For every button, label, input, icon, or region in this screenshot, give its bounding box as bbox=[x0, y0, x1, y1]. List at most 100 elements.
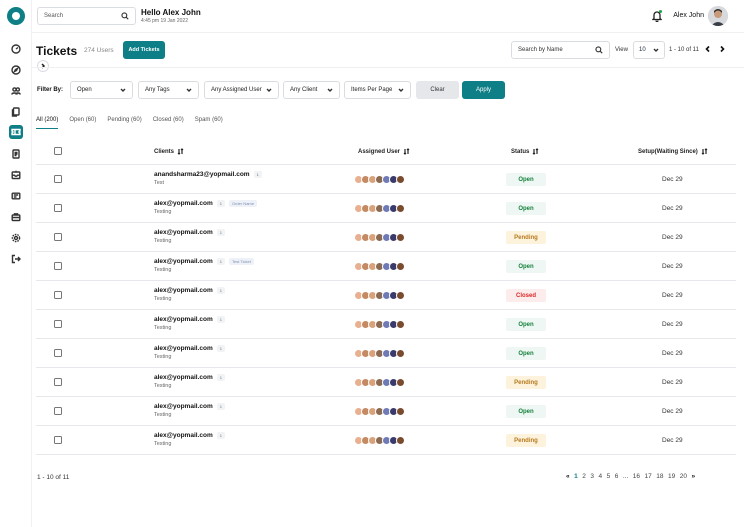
client-email[interactable]: alex@yopmail.com bbox=[154, 432, 213, 439]
search-by-name-input[interactable]: Search by Name bbox=[511, 41, 610, 59]
client-email[interactable]: alex@yopmail.com bbox=[154, 403, 213, 410]
row-checkbox[interactable] bbox=[54, 262, 62, 270]
prev-page-button[interactable] bbox=[704, 45, 712, 53]
global-search-input[interactable]: Search bbox=[37, 7, 136, 25]
compass-icon[interactable] bbox=[9, 63, 23, 77]
user-name[interactable]: Alex John bbox=[673, 12, 704, 19]
row-checkbox[interactable] bbox=[54, 407, 62, 415]
page-number-button[interactable]: 4 bbox=[599, 473, 603, 480]
assigned-user-avatar[interactable] bbox=[396, 204, 405, 213]
users-icon[interactable] bbox=[9, 84, 23, 98]
pagination-ellipsis[interactable]: ... bbox=[623, 473, 628, 480]
client-subtitle: Testing bbox=[154, 238, 172, 244]
assigned-user-avatar[interactable] bbox=[396, 262, 405, 271]
client-email[interactable]: alex@yopmail.com bbox=[154, 374, 213, 381]
client-email[interactable]: alex@yopmail.com bbox=[154, 200, 213, 207]
table-row[interactable]: alex@yopmail.com 1 Testing Pending Dec 29 bbox=[36, 426, 736, 455]
client-email[interactable]: alex@yopmail.com bbox=[154, 258, 213, 265]
client-email[interactable]: alex@yopmail.com bbox=[154, 287, 213, 294]
header-assigned-user-label: Assigned User bbox=[358, 148, 401, 155]
table-row[interactable]: alex@yopmail.com 1 Test Ticket Testing Open D… bbox=[36, 252, 736, 281]
app-logo[interactable] bbox=[7, 7, 25, 25]
row-checkbox[interactable] bbox=[54, 204, 62, 212]
assigned-user-avatar[interactable] bbox=[396, 436, 405, 445]
first-page-button[interactable]: « bbox=[566, 473, 570, 480]
table-row[interactable]: anandsharma23@yopmail.com 1 Test Open Dec 29 bbox=[36, 165, 736, 194]
client-email[interactable]: alex@yopmail.com bbox=[154, 229, 213, 236]
chevron-down-icon bbox=[653, 48, 659, 52]
table-row[interactable]: alex@yopmail.com 1 Testing Pending Dec 29 bbox=[36, 223, 736, 252]
assigned-user-avatar[interactable] bbox=[396, 407, 405, 416]
table-row[interactable]: alex@yopmail.com 1 Testing Pending Dec 29 bbox=[36, 368, 736, 397]
inbox-icon[interactable] bbox=[9, 168, 23, 182]
page-number-button[interactable]: 2 bbox=[582, 473, 586, 480]
tab-pending[interactable]: Pending (60) bbox=[107, 117, 141, 129]
assigned-user-avatar[interactable] bbox=[396, 291, 405, 300]
page-number-button[interactable]: 5 bbox=[607, 473, 611, 480]
mail-icon[interactable] bbox=[9, 189, 23, 203]
tags-filter-select[interactable]: Any Tags bbox=[138, 81, 199, 99]
row-checkbox[interactable] bbox=[54, 436, 62, 444]
waiting-since-date: Dec 29 bbox=[662, 379, 683, 386]
settings-icon[interactable] bbox=[9, 231, 23, 245]
page-number-button[interactable]: 18 bbox=[656, 473, 663, 480]
page-number-button[interactable]: 20 bbox=[680, 473, 687, 480]
tab-all[interactable]: All (200) bbox=[36, 117, 59, 129]
client-email[interactable]: alex@yopmail.com bbox=[154, 316, 213, 323]
clear-filters-button[interactable]: Clear bbox=[416, 81, 459, 99]
assigned-user-filter-select[interactable]: Any Assigned User bbox=[204, 81, 279, 99]
user-avatar[interactable] bbox=[708, 6, 728, 26]
assigned-user-avatar[interactable] bbox=[396, 175, 405, 184]
expand-sidebar-button[interactable] bbox=[37, 60, 49, 72]
documents-icon[interactable] bbox=[9, 105, 23, 119]
page-number-button[interactable]: 16 bbox=[633, 473, 640, 480]
last-page-button[interactable]: » bbox=[691, 473, 695, 480]
page-number-button[interactable]: 17 bbox=[645, 473, 652, 480]
assigned-users-group bbox=[354, 291, 405, 300]
table-row[interactable]: alex@yopmail.com 1 Testing Closed Dec 29 bbox=[36, 281, 736, 310]
briefcase-icon[interactable] bbox=[9, 210, 23, 224]
notification-bell-icon[interactable] bbox=[651, 10, 663, 23]
assigned-users-group bbox=[354, 262, 405, 271]
row-checkbox[interactable] bbox=[54, 175, 62, 183]
waiting-since-date: Dec 29 bbox=[662, 350, 683, 357]
client-filter-select[interactable]: Any Client bbox=[283, 81, 340, 99]
table-row[interactable]: alex@yopmail.com 1 Testing Open Dec 29 bbox=[36, 310, 736, 339]
client-email[interactable]: anandsharma23@yopmail.com bbox=[154, 171, 250, 178]
assigned-user-avatar[interactable] bbox=[396, 378, 405, 387]
row-checkbox[interactable] bbox=[54, 320, 62, 328]
row-checkbox[interactable] bbox=[54, 233, 62, 241]
tab-spam[interactable]: Spam (60) bbox=[195, 117, 223, 129]
table-row[interactable]: alex@yopmail.com 1 Order Name Testing Open De… bbox=[36, 194, 736, 223]
header-status[interactable]: Status bbox=[511, 148, 539, 155]
tab-closed[interactable]: Closed (60) bbox=[153, 117, 184, 129]
apply-filters-button[interactable]: Apply bbox=[462, 81, 505, 99]
assigned-user-avatar[interactable] bbox=[396, 233, 405, 242]
page-number-button[interactable]: 1 bbox=[574, 473, 578, 480]
items-per-page-select[interactable]: Items Per Page bbox=[344, 81, 411, 99]
tab-open[interactable]: Open (60) bbox=[69, 117, 96, 129]
client-email[interactable]: alex@yopmail.com bbox=[154, 345, 213, 352]
row-checkbox[interactable] bbox=[54, 378, 62, 386]
next-page-button[interactable] bbox=[718, 45, 726, 53]
logout-icon[interactable] bbox=[9, 252, 23, 266]
page-number-button[interactable]: 6 bbox=[615, 473, 619, 480]
dashboard-icon[interactable] bbox=[9, 42, 23, 56]
table-row[interactable]: alex@yopmail.com 1 Testing Open Dec 29 bbox=[36, 397, 736, 426]
select-all-checkbox[interactable] bbox=[54, 147, 62, 155]
page-number-button[interactable]: 3 bbox=[590, 473, 594, 480]
assigned-user-avatar[interactable] bbox=[396, 349, 405, 358]
view-count-select[interactable]: 10 bbox=[633, 41, 665, 59]
page-number-button[interactable]: 19 bbox=[668, 473, 675, 480]
header-setup[interactable]: Setup(Waiting Since) bbox=[638, 148, 708, 155]
header-assigned-user[interactable]: Assigned User bbox=[358, 148, 410, 155]
add-tickets-button[interactable]: Add Tickets bbox=[123, 41, 165, 59]
table-row[interactable]: alex@yopmail.com 1 Testing Open Dec 29 bbox=[36, 339, 736, 368]
assigned-user-avatar[interactable] bbox=[396, 320, 405, 329]
header-clients[interactable]: Clients bbox=[154, 148, 184, 155]
status-filter-select[interactable]: Open bbox=[70, 81, 133, 99]
row-checkbox[interactable] bbox=[54, 349, 62, 357]
row-checkbox[interactable] bbox=[54, 291, 62, 299]
report-icon[interactable] bbox=[9, 147, 23, 161]
ticket-icon[interactable] bbox=[9, 125, 23, 139]
